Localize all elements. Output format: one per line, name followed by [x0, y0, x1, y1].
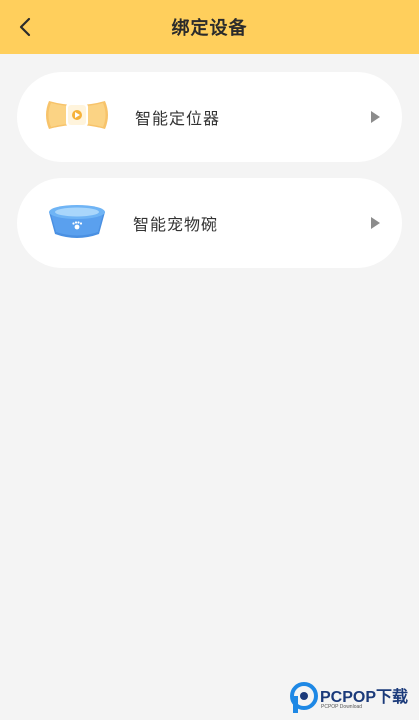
caret-right-icon	[371, 111, 380, 123]
device-label-locator: 智能定位器	[135, 109, 221, 128]
page-title: 绑定设备	[171, 18, 248, 39]
pcpop-logo-icon	[290, 682, 318, 713]
back-button[interactable]	[10, 12, 40, 42]
watermark: PCPOP下载 PCPOP Download	[290, 682, 408, 714]
chevron-left-icon	[19, 17, 31, 37]
locator-device-icon	[45, 95, 109, 139]
top-bar: 绑定设备	[0, 0, 419, 54]
pet-bowl-icon	[47, 202, 107, 244]
watermark-subtext: PCPOP Download	[321, 704, 363, 710]
device-label-pet-bowl: 智能宠物碗	[133, 215, 219, 234]
device-item-pet-bowl[interactable]: 智能宠物碗	[17, 178, 402, 268]
device-item-locator[interactable]: 智能定位器	[17, 72, 402, 162]
caret-right-icon	[371, 217, 380, 229]
